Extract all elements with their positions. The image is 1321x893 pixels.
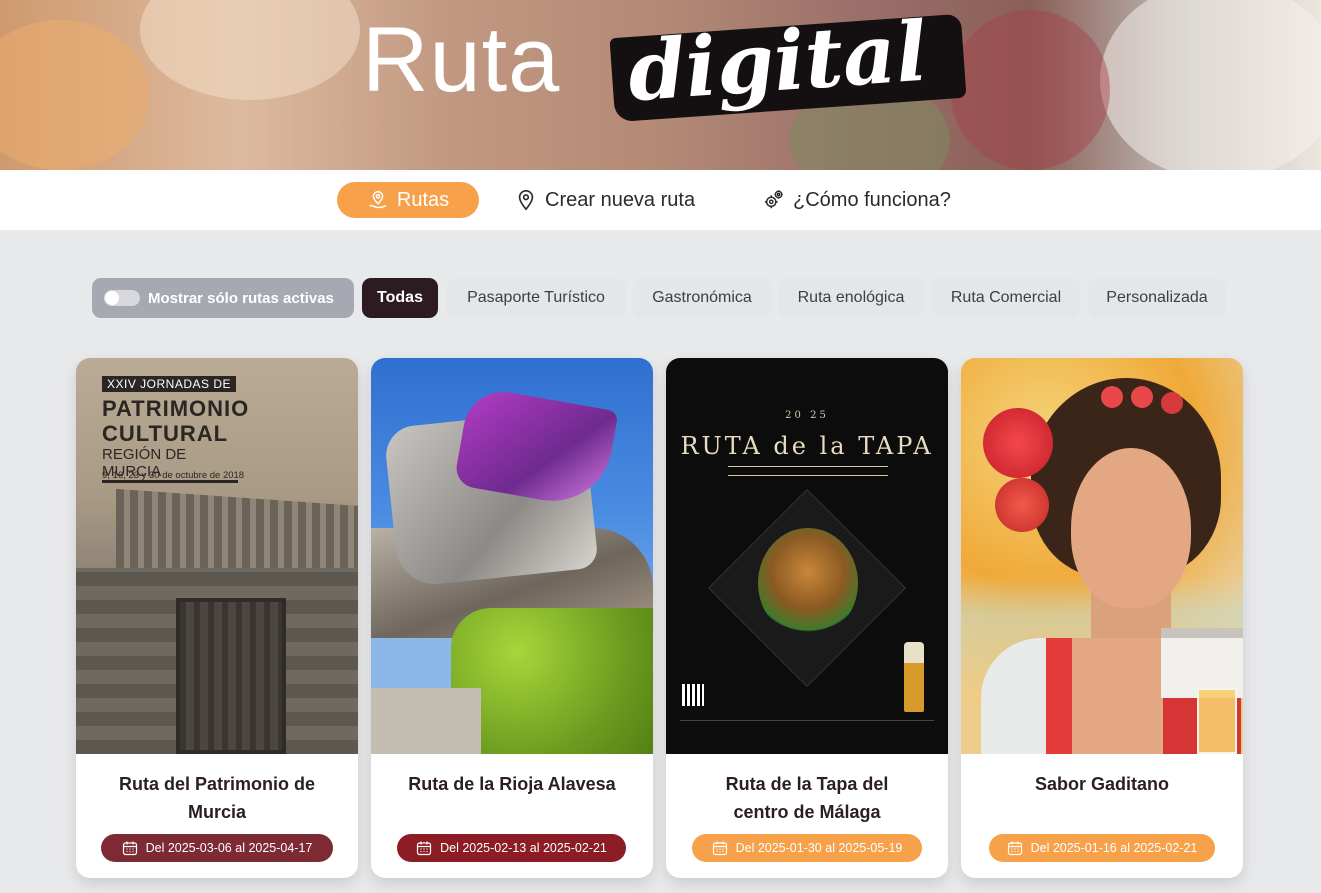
route-card-image: 20 25 RUTA de la TAPA xyxy=(666,358,948,754)
nav-como-funciona[interactable]: ¿Cómo funciona? xyxy=(763,182,951,218)
flower xyxy=(983,408,1053,478)
poster-tag: XXIV JORNADAS DE xyxy=(102,376,237,392)
poster-headline-line: PATRIMONIO xyxy=(102,396,250,421)
nav-como-label: ¿Cómo funciona? xyxy=(793,188,951,211)
filter-chip-gastronomica[interactable]: Gastronómica xyxy=(633,278,771,318)
toggle-label: Mostrar sólo rutas activas xyxy=(148,289,334,307)
calendar-icon xyxy=(1007,841,1022,856)
illustration-glass xyxy=(1197,688,1237,754)
illustration-face xyxy=(1071,448,1191,608)
route-date-text: Del 2025-01-30 al 2025-05-19 xyxy=(735,841,903,855)
toggle-switch[interactable] xyxy=(104,290,140,306)
route-card-title[interactable]: Sabor Gaditano xyxy=(973,770,1231,798)
poster-bottle xyxy=(904,642,924,712)
calendar-icon xyxy=(712,841,727,856)
poster-headline: PATRIMONIO CULTURAL xyxy=(102,396,249,446)
toggle-knob xyxy=(105,291,119,305)
poster-year: 20 25 xyxy=(785,410,829,421)
poster-food xyxy=(758,528,858,638)
flower xyxy=(1101,386,1123,408)
site-logo: Ruta digital xyxy=(0,0,1321,170)
map-pin-hand-icon xyxy=(369,191,387,209)
poster-door xyxy=(176,598,286,754)
route-card[interactable]: Ruta de la Rioja Alavesa Del 2025-02-13 … xyxy=(371,358,653,878)
main-nav: Rutas Crear nueva ruta ¿Cómo funciona? xyxy=(0,170,1321,230)
route-card-image: XXIV JORNADAS DE PATRIMONIO CULTURAL REG… xyxy=(76,358,358,754)
nav-crear-ruta[interactable]: Crear nueva ruta xyxy=(515,182,695,218)
route-date-text: Del 2025-01-16 al 2025-02-21 xyxy=(1030,841,1198,855)
route-card[interactable]: Sabor Gaditano Del 2025-01-16 al 2025-02… xyxy=(961,358,1243,878)
route-date-text: Del 2025-03-06 al 2025-04-17 xyxy=(145,841,313,855)
filter-chip-todas[interactable]: Todas xyxy=(362,278,438,318)
route-date-text: Del 2025-02-13 al 2025-02-21 xyxy=(440,841,607,855)
filter-chip-pasaporte[interactable]: Pasaporte Turístico xyxy=(446,278,626,318)
route-card-image xyxy=(961,358,1243,754)
filter-chip-personalizada[interactable]: Personalizada xyxy=(1088,278,1226,318)
poster-headline: RUTA de la TAPA xyxy=(680,432,934,460)
qr-code xyxy=(682,684,704,706)
gears-icon xyxy=(764,190,783,209)
logo-text-ruta: Ruta xyxy=(362,9,561,111)
route-card-image xyxy=(371,358,653,754)
hero-banner: Ruta digital xyxy=(0,0,1321,170)
poster-dates: 9, 16, 23 y 30 de octubre de 2018 xyxy=(102,470,245,481)
route-card[interactable]: 20 25 RUTA de la TAPA Ruta de la Tapa de… xyxy=(666,358,948,878)
map-pin-icon xyxy=(518,190,534,211)
calendar-icon xyxy=(416,841,432,856)
route-date-badge: Del 2025-01-16 al 2025-02-21 xyxy=(989,834,1215,862)
route-card[interactable]: XXIV JORNADAS DE PATRIMONIO CULTURAL REG… xyxy=(76,358,358,878)
filter-bar: Mostrar sólo rutas activas Todas Pasapor… xyxy=(0,278,1321,318)
route-card-title[interactable]: Ruta de la Tapa del centro de Málaga xyxy=(716,770,898,826)
nav-crear-label: Crear nueva ruta xyxy=(545,188,696,211)
poster-headline-line: CULTURAL xyxy=(102,421,229,446)
poster-sponsor-strip xyxy=(680,720,934,734)
route-date-badge: Del 2025-03-06 al 2025-04-17 xyxy=(101,834,333,862)
route-date-badge: Del 2025-01-30 al 2025-05-19 xyxy=(692,834,922,862)
nav-rutas-label: Rutas xyxy=(396,188,450,211)
photo-path xyxy=(371,688,481,754)
nav-rutas[interactable]: Rutas xyxy=(337,182,479,218)
route-card-title[interactable]: Ruta de la Rioja Alavesa xyxy=(383,770,641,798)
photo-hedge xyxy=(451,608,653,754)
poster-rule xyxy=(728,466,888,476)
route-card-title[interactable]: Ruta del Patrimonio de Murcia xyxy=(88,770,346,826)
active-routes-toggle[interactable]: Mostrar sólo rutas activas xyxy=(92,278,354,318)
calendar-icon xyxy=(122,841,137,856)
filter-chip-comercial[interactable]: Ruta Comercial xyxy=(932,278,1080,318)
filter-chip-enologica[interactable]: Ruta enológica xyxy=(778,278,924,318)
route-date-badge: Del 2025-02-13 al 2025-02-21 xyxy=(397,834,626,862)
flower xyxy=(995,478,1049,532)
